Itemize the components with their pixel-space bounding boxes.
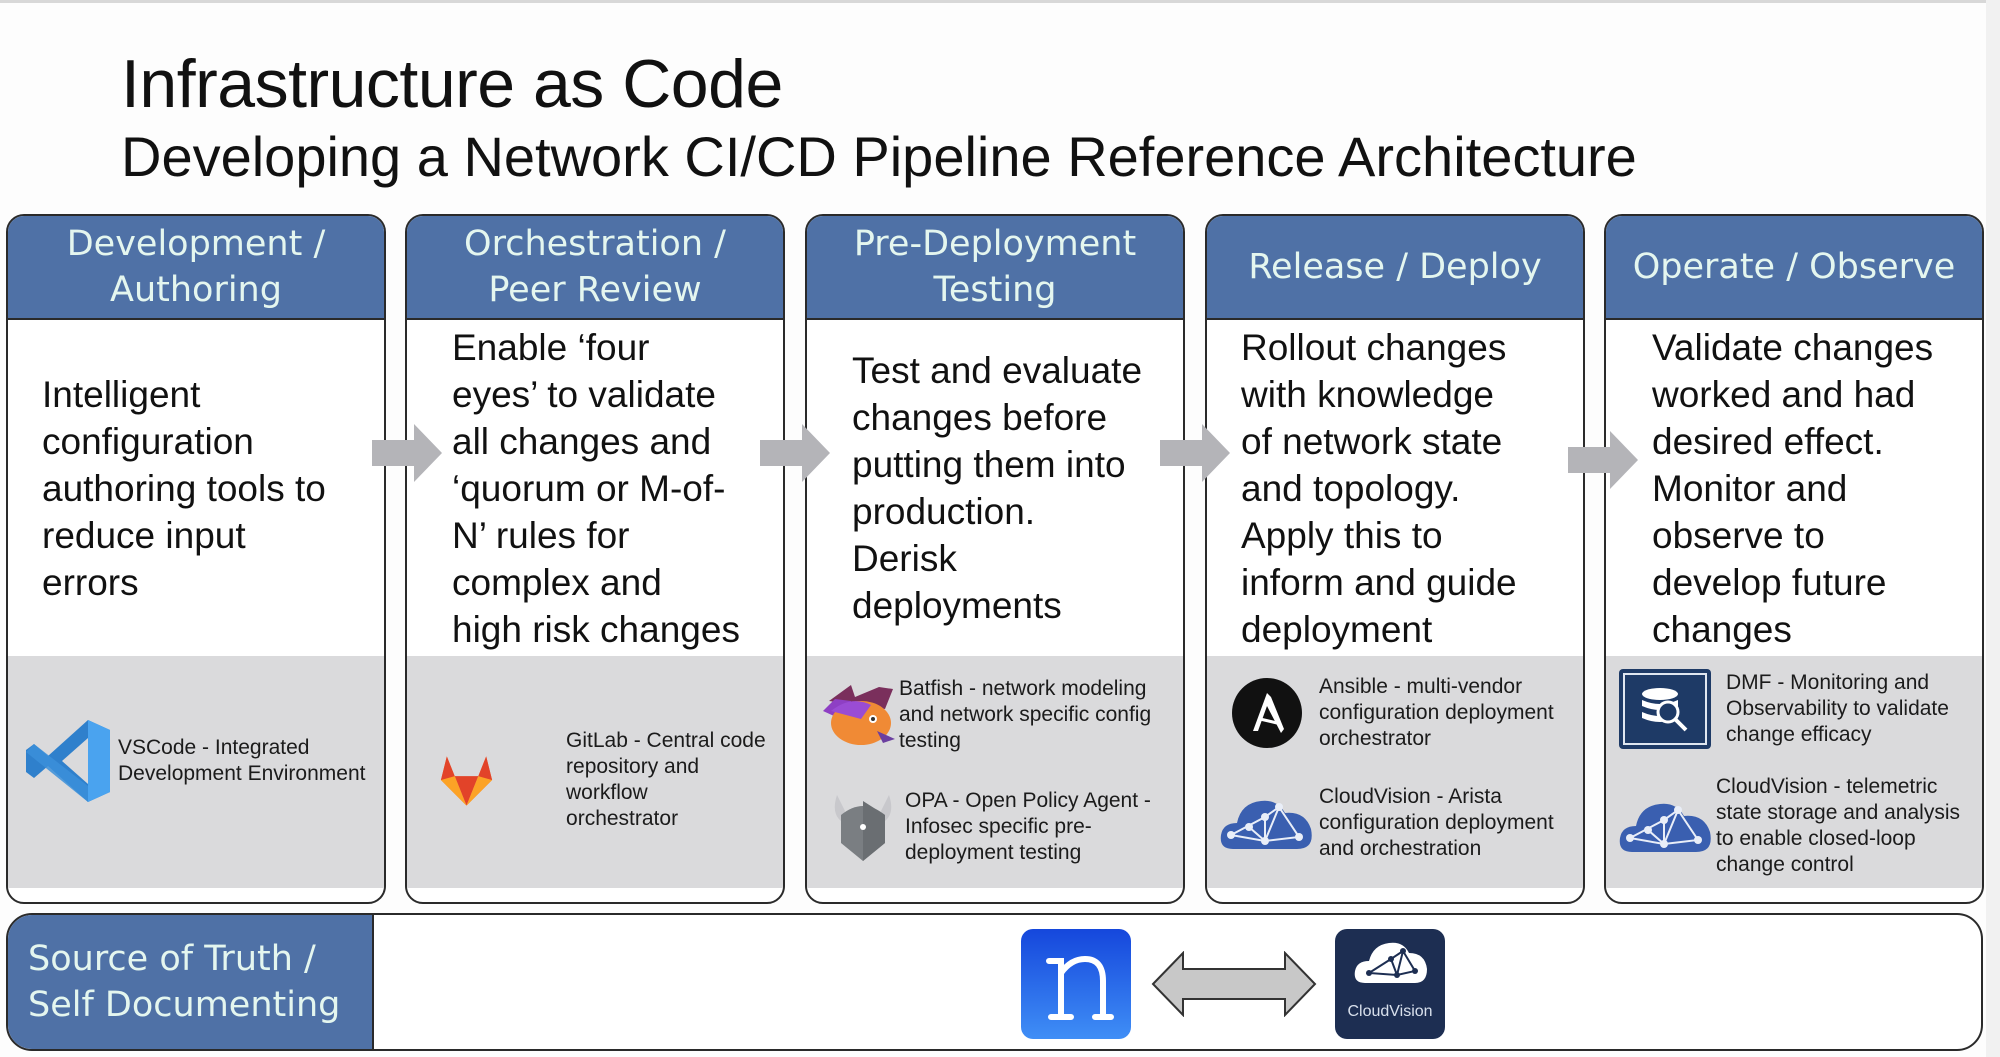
top-border <box>0 0 2000 3</box>
cloudvision-icon <box>1220 800 1312 849</box>
right-border <box>1986 0 2000 1057</box>
tool-description: Ansible - multi-vendor configuration dep… <box>1319 675 1554 750</box>
cloudvision-logo-label: CloudVision <box>1347 1003 1433 1020</box>
tool-description: DMF - Monitoring and Observability to va… <box>1726 671 1949 746</box>
stage-description: Test and evaluate changes before putting… <box>852 350 1143 626</box>
dmf-icon <box>1619 669 1711 749</box>
tool-cloudvision: CloudVision - Arista configuration deplo… <box>1219 784 1554 862</box>
tool-gitlab: GitLab - Central code repository and wor… <box>437 728 783 832</box>
stage-header: Development / Authoring <box>8 216 384 320</box>
page-title: Infrastructure as Code <box>121 46 783 122</box>
tool-opa: OPA - Open Policy Agent - Infosec specif… <box>829 788 1151 866</box>
sync-double-arrow-icon <box>1151 951 1317 1017</box>
ansible-icon <box>1232 678 1302 748</box>
cloudvision-logo: CloudVision <box>1335 929 1445 1039</box>
stage-description-area: Validate changes worked and had desired … <box>1606 320 1982 656</box>
stage-description-area: Intelligent configuration authoring tool… <box>8 320 384 656</box>
stage-description: Enable ‘four eyes’ to validate all chang… <box>452 326 740 650</box>
stage-description: Intelligent configuration authoring tool… <box>42 373 326 603</box>
page-subtitle: Developing a Network CI/CD Pipeline Refe… <box>121 125 1637 188</box>
stage-title: Pre-Deployment Testing <box>853 224 1137 310</box>
tool-description: OPA - Open Policy Agent - Infosec specif… <box>905 789 1151 864</box>
stage-tools: Batfish - network modeling and network s… <box>807 656 1183 888</box>
stage-title: Development / Authoring <box>66 224 326 310</box>
batfish-icon <box>823 685 895 745</box>
tool-ansible: Ansible - multi-vendor configuration dep… <box>1231 674 1554 752</box>
tool-vscode: VSCode - Integrated Development Environm… <box>22 716 365 806</box>
tool-description: CloudVision - telemetric state storage a… <box>1716 775 1960 876</box>
stage-tools: GitLab - Central code repository and wor… <box>407 656 783 888</box>
stage-tools: Ansible - multi-vendor configuration dep… <box>1207 656 1583 888</box>
cloudvision-icon <box>1354 942 1427 983</box>
source-of-truth-title: Source of Truth / Self Documenting <box>28 939 341 1025</box>
tool-description: CloudVision - Arista configuration deplo… <box>1319 785 1554 860</box>
cloudvision-icon <box>1619 803 1711 852</box>
flow-arrow-icon <box>372 424 442 482</box>
tool-batfish: Batfish - network modeling and network s… <box>821 676 1151 754</box>
netbox-glyph <box>1046 955 1114 1020</box>
stage-tools: DMF - Monitoring and Observability to va… <box>1606 656 1982 888</box>
stage-header: Pre-Deployment Testing <box>807 216 1183 320</box>
stage-title: Operate / Observe <box>1632 247 1956 287</box>
netbox-icon <box>1021 929 1131 1039</box>
stage-operate-observe: Operate / Observe Validate changes worke… <box>1604 214 1984 904</box>
stage-description-area: Test and evaluate changes before putting… <box>807 320 1183 656</box>
source-of-truth-header: Source of Truth / Self Documenting <box>8 915 374 1049</box>
stage-header: Operate / Observe <box>1606 216 1982 320</box>
gitlab-icon <box>440 756 493 806</box>
stage-header: Release / Deploy <box>1207 216 1583 320</box>
stage-header: Orchestration / Peer Review <box>407 216 783 320</box>
vscode-icon <box>26 720 110 802</box>
stage-release-deploy: Release / Deploy Rollout changes with kn… <box>1205 214 1585 904</box>
tool-dmf: DMF - Monitoring and Observability to va… <box>1618 668 1949 750</box>
flow-arrow-icon <box>1160 424 1230 482</box>
tool-description: GitLab - Central code repository and wor… <box>566 729 766 830</box>
stage-development: Development / Authoring Intelligent conf… <box>6 214 386 904</box>
opa-icon <box>834 795 892 861</box>
stage-description-area: Enable ‘four eyes’ to validate all chang… <box>407 320 783 656</box>
tool-description: Batfish - network modeling and network s… <box>899 677 1152 752</box>
tool-cloudvision: CloudVision - telemetric state storage a… <box>1618 774 1960 878</box>
flow-arrow-icon <box>760 424 830 482</box>
tool-description: VSCode - Integrated Development Environm… <box>118 736 366 785</box>
stage-description-area: Rollout changes with knowledge of networ… <box>1207 320 1583 656</box>
flow-arrow-icon <box>1568 431 1638 489</box>
stage-orchestration: Orchestration / Peer Review Enable ‘four… <box>405 214 785 904</box>
stage-title: Release / Deploy <box>1248 247 1542 287</box>
stage-title: Orchestration / Peer Review <box>464 224 726 310</box>
stage-tools: VSCode - Integrated Development Environm… <box>8 656 384 888</box>
source-of-truth-panel: Source of Truth / Self Documenting Cloud… <box>6 913 1983 1051</box>
stage-pre-deployment: Pre-Deployment Testing Test and evaluate… <box>805 214 1185 904</box>
stage-description: Rollout changes with knowledge of networ… <box>1241 326 1517 650</box>
stage-description: Validate changes worked and had desired … <box>1652 326 1934 650</box>
